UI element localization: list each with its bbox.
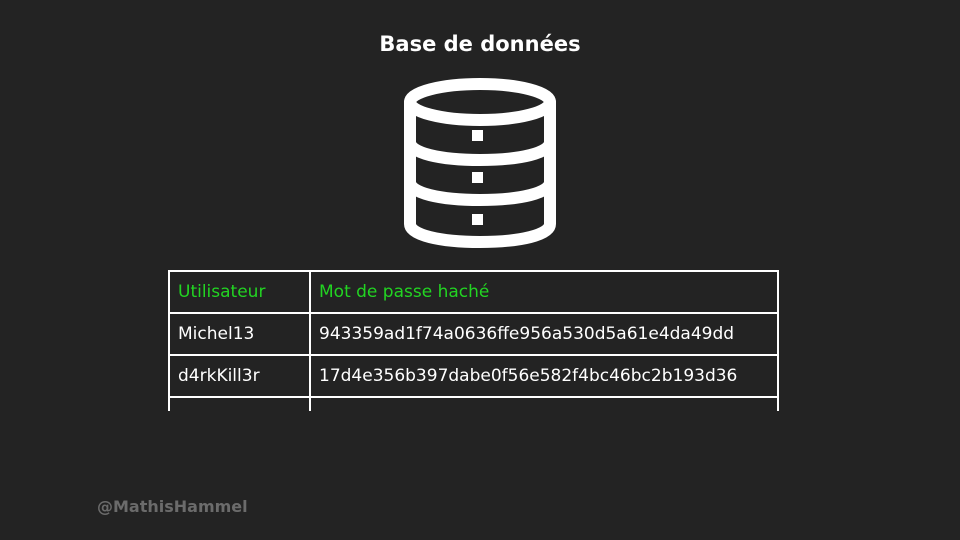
diagram-title: Base de données <box>379 32 581 56</box>
cell-password-hash: 17d4e356b397dabe0f56e582f4bc46bc2b193d36 <box>309 354 779 398</box>
cell-empty <box>309 396 779 411</box>
author-watermark: @MathisHammel <box>97 497 248 516</box>
users-table: Utilisateur Mot de passe haché Michel13 … <box>168 270 779 411</box>
database-icon <box>404 78 556 248</box>
column-header-user: Utilisateur <box>168 270 311 314</box>
cell-empty <box>168 396 311 411</box>
users-table-container: Utilisateur Mot de passe haché Michel13 … <box>168 270 779 412</box>
cell-username: d4rkKill3r <box>168 354 311 398</box>
table-header-row: Utilisateur Mot de passe haché <box>168 270 779 314</box>
table-row: Michel13 943359ad1f74a0636ffe956a530d5a6… <box>168 312 779 356</box>
table-row-continuation <box>168 396 779 411</box>
cell-username: Michel13 <box>168 312 311 356</box>
table-row: d4rkKill3r 17d4e356b397dabe0f56e582f4bc4… <box>168 354 779 398</box>
column-header-hash: Mot de passe haché <box>309 270 779 314</box>
cell-password-hash: 943359ad1f74a0636ffe956a530d5a61e4da49dd <box>309 312 779 356</box>
